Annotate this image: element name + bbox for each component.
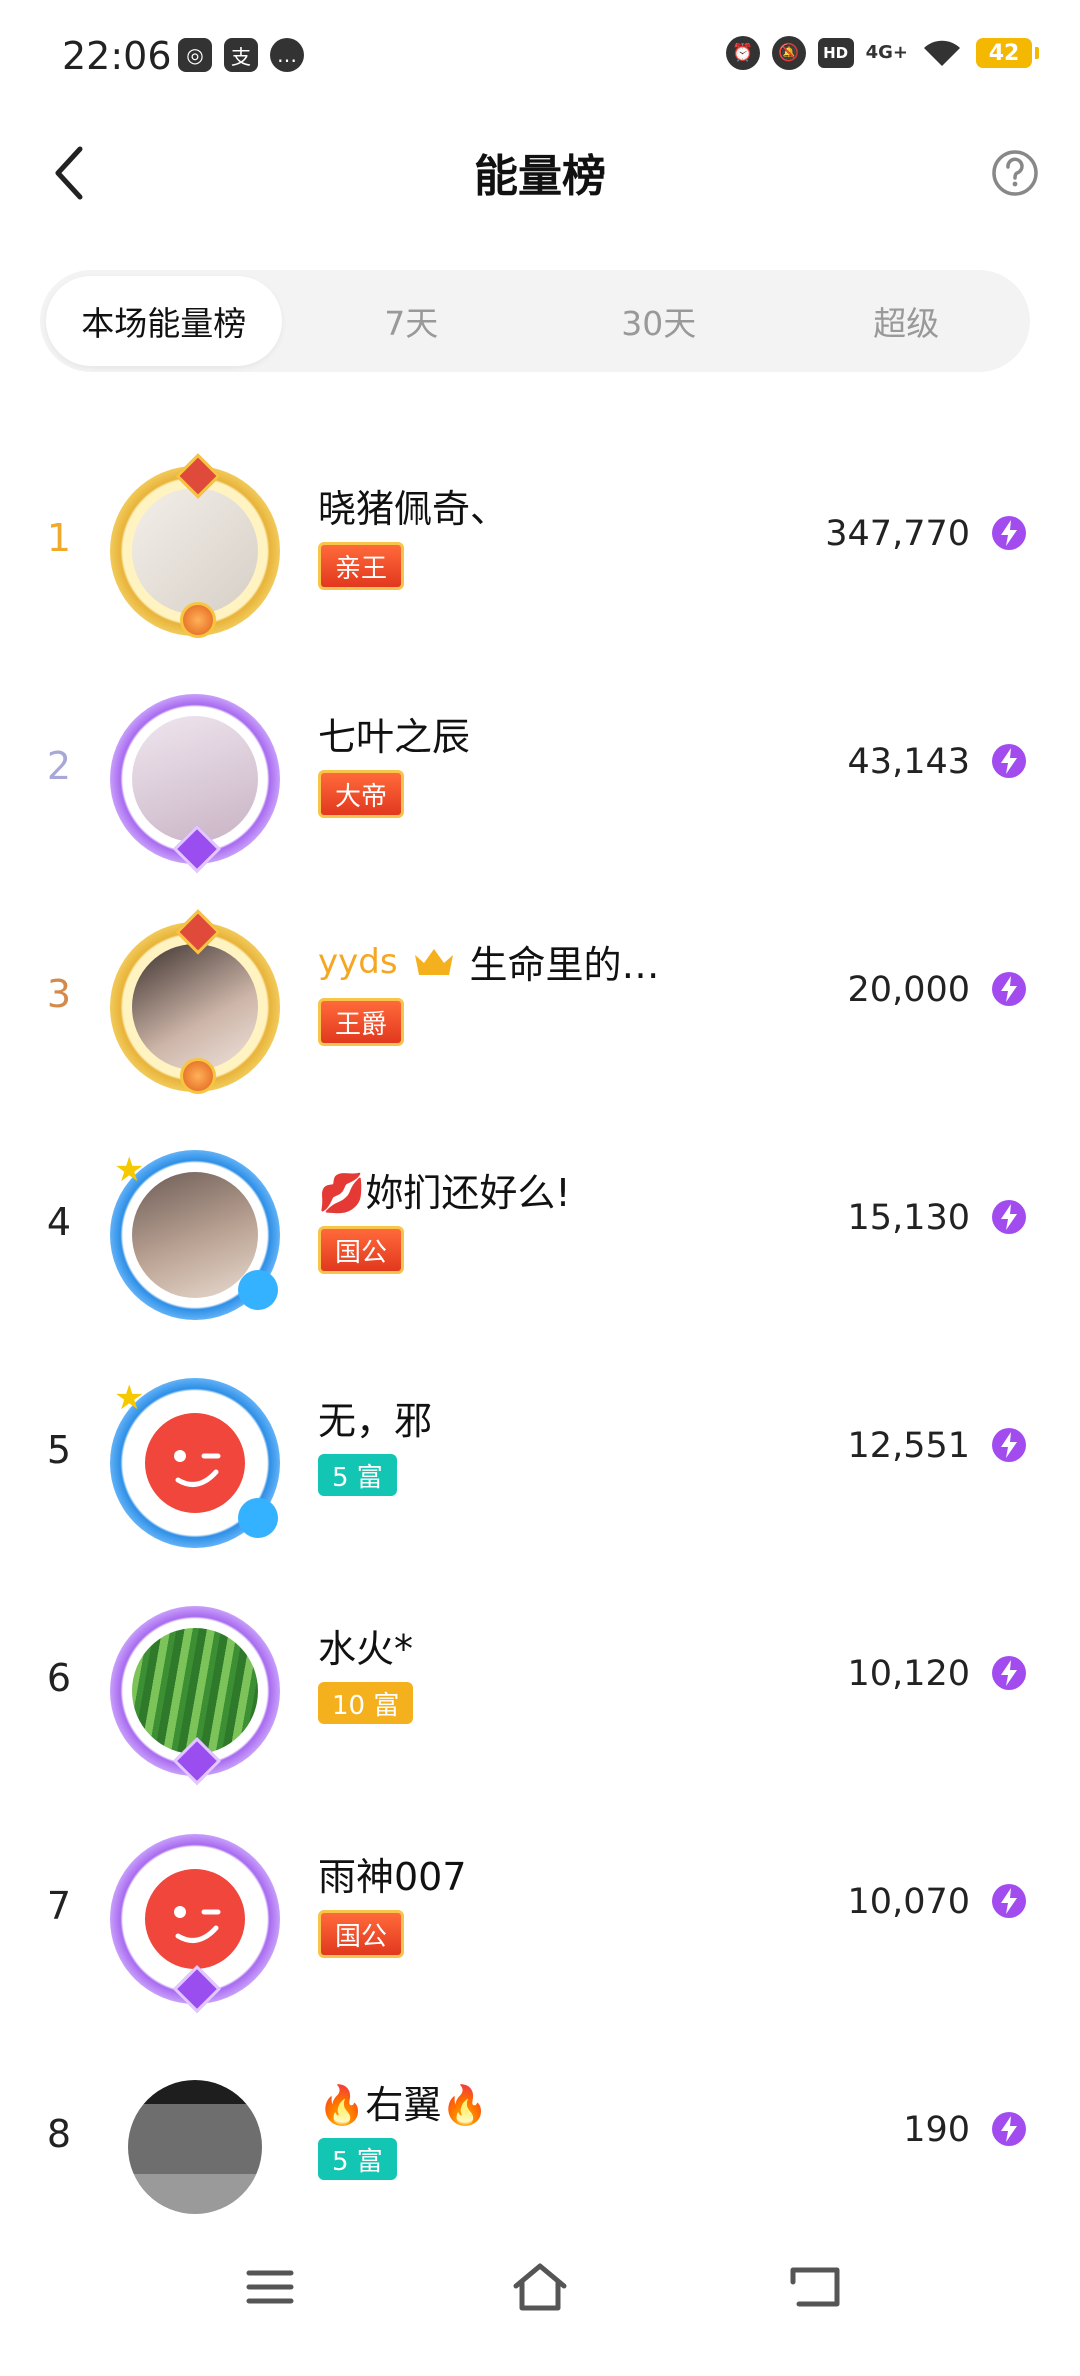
ranking-row[interactable]: 7 雨神007 国公 10,070	[0, 1804, 1080, 2032]
rank-number: 5	[46, 1428, 72, 1472]
back-arrow-icon	[790, 2267, 840, 2307]
orange-gem-icon	[180, 602, 216, 638]
back-nav-button[interactable]	[775, 2252, 855, 2322]
energy-score: 20,000	[847, 970, 970, 1010]
user-name: 🔥右翼🔥	[318, 2083, 489, 2127]
user-name: 💋妳扪还好么!	[318, 1171, 571, 1215]
energy-icon	[992, 1200, 1026, 1234]
avatar[interactable]	[110, 2062, 280, 2232]
energy-icon	[992, 2112, 1026, 2146]
noble-badge: 大帝	[318, 770, 405, 818]
avatar[interactable]	[110, 1834, 280, 2014]
default-avatar-icon	[145, 1869, 245, 1969]
noble-badge: 王爵	[318, 998, 405, 1046]
user-name: 雨神007	[318, 1855, 467, 1899]
mute-icon: 🔕	[771, 36, 806, 70]
rank-number: 2	[46, 744, 72, 788]
rank-number: 3	[46, 972, 72, 1016]
rank-number: 8	[46, 2112, 72, 2156]
ranking-list: 1 晓猪佩奇、 亲王 347,770 2 七叶之辰 大帝 43,143 3 yy…	[0, 436, 1080, 2260]
avatar[interactable]	[110, 694, 280, 874]
avatar[interactable]	[110, 1606, 280, 1786]
user-name: 水火*	[318, 1627, 414, 1671]
rank-number: 1	[46, 516, 72, 560]
wealth-badge: 5 富	[318, 1454, 397, 1496]
noble-badge: 国公	[318, 1226, 405, 1274]
signal-4g-icon: 4G+	[865, 42, 908, 63]
help-circle-icon	[992, 150, 1038, 196]
ranking-row[interactable]: 3 yyds 生命里的… 王爵 20,000	[0, 892, 1080, 1120]
recent-apps-button[interactable]	[230, 2252, 310, 2322]
notification-icons: ◎ 支 …	[178, 38, 304, 72]
energy-score: 10,120	[847, 1654, 970, 1694]
energy-score: 15,130	[847, 1198, 970, 1238]
hd-icon: HD	[817, 38, 854, 68]
energy-score: 43,143	[847, 742, 970, 782]
tab-super[interactable]: 超级	[789, 276, 1025, 366]
top-bar: 能量榜	[0, 118, 1080, 228]
home-button[interactable]	[500, 2252, 580, 2322]
ranking-row[interactable]: 5 ★ 无，邪 5 富 12,551	[0, 1348, 1080, 1576]
noble-badge: 亲王	[318, 542, 405, 590]
rank-number: 7	[46, 1884, 72, 1928]
ranking-row[interactable]: 1 晓猪佩奇、 亲王 347,770	[0, 436, 1080, 664]
message-icon: …	[270, 38, 304, 72]
ranking-row[interactable]: 6 水火* 10 富 10,120	[0, 1576, 1080, 1804]
star-icon: ★	[114, 1378, 145, 1418]
orange-gem-icon	[180, 1058, 216, 1094]
avatar[interactable]: ★	[110, 1378, 280, 1548]
energy-score: 190	[903, 2110, 970, 2150]
energy-score: 347,770	[825, 514, 970, 554]
avatar[interactable]	[110, 453, 280, 638]
user-name: yyds 生命里的…	[318, 934, 660, 989]
page-title: 能量榜	[474, 151, 606, 202]
menu-icon	[246, 2270, 294, 2304]
wechat-icon: ◎	[178, 38, 212, 72]
status-bar: 22:06 ◎ 支 … ⏰ 🔕 HD 4G+ 42	[0, 0, 1080, 118]
alarm-icon: ⏰	[725, 36, 760, 70]
tab-7-days[interactable]: 7天	[294, 276, 530, 366]
leaderboard-tabs: 本场能量榜 7天 30天 超级	[40, 270, 1030, 372]
energy-icon	[992, 516, 1026, 550]
energy-icon	[992, 1428, 1026, 1462]
energy-icon	[992, 744, 1026, 778]
wealth-badge: 5 富	[318, 2138, 397, 2180]
wifi-icon	[924, 40, 960, 66]
tab-current-session[interactable]: 本场能量榜	[46, 276, 282, 366]
user-name: 无，邪	[318, 1399, 433, 1443]
energy-icon	[992, 1656, 1026, 1690]
energy-icon	[992, 972, 1026, 1006]
wealth-badge: 10 富	[318, 1682, 414, 1724]
rank-number: 4	[46, 1200, 72, 1244]
star-icon: ★	[114, 1150, 145, 1190]
help-button[interactable]	[982, 140, 1048, 206]
ranking-row[interactable]: 4 ★ 💋妳扪还好么! 国公 15,130	[0, 1120, 1080, 1348]
system-nav-bar	[0, 2230, 1080, 2350]
tab-30-days[interactable]: 30天	[541, 276, 777, 366]
avatar[interactable]	[110, 909, 280, 1094]
energy-score: 12,551	[847, 1426, 970, 1466]
planet-icon	[238, 1498, 278, 1538]
default-avatar-icon	[145, 1413, 245, 1513]
status-time: 22:06	[62, 34, 172, 78]
noble-badge: 国公	[318, 1910, 405, 1958]
battery-indicator: 42	[976, 38, 1039, 68]
ranking-row[interactable]: 2 七叶之辰 大帝 43,143	[0, 664, 1080, 892]
yyds-tag: yyds	[318, 941, 398, 982]
system-icons: ⏰ 🔕 HD 4G+ 42	[725, 36, 1039, 70]
user-name: 七叶之辰	[318, 715, 471, 759]
planet-icon	[238, 1270, 278, 1310]
energy-icon	[992, 1884, 1026, 1918]
ranking-row[interactable]: 8 🔥右翼🔥 5 富 190	[0, 2032, 1080, 2260]
home-icon	[513, 2263, 567, 2311]
user-name: 晓猪佩奇、	[318, 487, 509, 531]
alipay-icon: 支	[224, 38, 258, 72]
user-name-text: 生命里的…	[469, 943, 660, 987]
crown-icon	[414, 948, 453, 975]
avatar[interactable]: ★	[110, 1150, 280, 1320]
rank-number: 6	[46, 1656, 72, 1700]
energy-score: 10,070	[847, 1882, 970, 1922]
